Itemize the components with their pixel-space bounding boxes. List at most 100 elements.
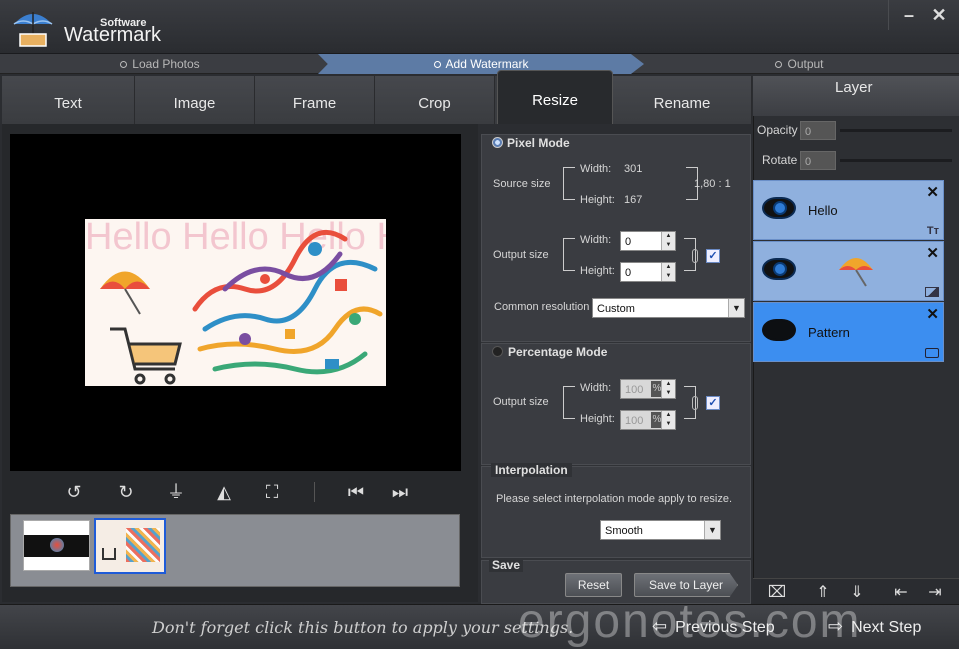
output-width-input[interactable]: 0 ▲ ▼ xyxy=(620,231,676,251)
umbrella-icon xyxy=(100,271,150,315)
common-resolution-select[interactable]: Custom ▼ xyxy=(592,298,745,318)
output-size-label: Output size xyxy=(493,249,549,261)
percent-keep-ratio-checkbox[interactable]: ✓ xyxy=(706,396,720,410)
opacity-value: 0 xyxy=(805,126,812,138)
interpolation-select[interactable]: Smooth ▼ xyxy=(600,520,721,540)
image-type-icon xyxy=(925,287,939,297)
layer-name: Hello xyxy=(808,203,838,218)
layer-title: Layer xyxy=(835,79,873,96)
layer-item-image[interactable]: ✕ xyxy=(753,241,944,301)
width-spinner[interactable]: ▲ ▼ xyxy=(661,232,675,250)
previous-image-icon[interactable]: ⏮ xyxy=(344,480,368,504)
layer-name: Pattern xyxy=(808,325,850,340)
keep-ratio-checkbox[interactable]: ✓ xyxy=(706,249,720,263)
tab-resize[interactable]: Resize xyxy=(497,70,613,124)
output-height-label: Height: xyxy=(580,265,615,277)
source-size-label: Source size xyxy=(493,178,551,190)
percent-height-spinner[interactable]: ▲ ▼ xyxy=(661,411,675,429)
output-width-label: Width: xyxy=(580,234,612,246)
hint-text: Don't forget click this button to apply … xyxy=(152,618,574,637)
opacity-input[interactable]: 0 xyxy=(800,121,836,140)
tab-frame[interactable]: Frame xyxy=(255,76,375,124)
tab-text[interactable]: Text xyxy=(2,76,135,124)
percent-width-input[interactable]: 100% ▲ ▼ xyxy=(620,379,676,399)
interpolation-value: Smooth xyxy=(605,525,643,537)
rotate-value: 0 xyxy=(805,156,812,168)
app-title: Watermark xyxy=(64,24,162,46)
export-layer-icon[interactable]: ⇥ xyxy=(923,581,947,605)
thumbnail-image xyxy=(24,535,89,557)
step-label: Load Photos xyxy=(132,57,200,71)
pixel-mode-radio[interactable] xyxy=(492,137,503,148)
percent-output-size-label: Output size xyxy=(493,396,549,408)
percent-width-spinner[interactable]: ▲ ▼ xyxy=(661,380,675,398)
common-resolution-value: Custom xyxy=(597,303,635,315)
pixel-mode-title: Pixel Mode xyxy=(507,136,570,150)
shopping-cart-icon xyxy=(110,327,182,385)
arrow-right-icon: ⇨ xyxy=(828,616,844,636)
output-width-value: 0 xyxy=(625,236,632,248)
source-bracket xyxy=(563,167,575,200)
minimize-button[interactable]: – xyxy=(899,5,919,25)
percent-height-value: 100 xyxy=(625,415,644,427)
interpolation-section xyxy=(481,466,751,558)
rotate-left-90-icon[interactable]: ↺ xyxy=(62,480,86,504)
rotate-input[interactable]: 0 xyxy=(800,151,836,170)
layer-item-hello[interactable]: Hello ✕ Tт xyxy=(753,180,944,240)
next-step-label: Next Step xyxy=(851,619,922,636)
percentage-mode-radio[interactable] xyxy=(492,346,503,357)
output-height-value: 0 xyxy=(625,267,632,279)
fit-screen-icon[interactable]: ⛶ xyxy=(260,480,284,504)
save-title: Save xyxy=(489,558,524,572)
step-label: Output xyxy=(787,57,824,71)
rotate-slider[interactable] xyxy=(840,159,952,162)
visibility-eye-icon[interactable] xyxy=(762,197,796,219)
interpolation-title: Interpolation xyxy=(491,463,572,477)
source-height-value: 167 xyxy=(624,194,643,206)
tab-crop[interactable]: Crop xyxy=(375,76,495,124)
visibility-eye-icon[interactable] xyxy=(762,258,796,280)
hidden-eye-icon[interactable] xyxy=(762,319,796,341)
thumbnail-1[interactable] xyxy=(23,520,90,571)
tab-image[interactable]: Image xyxy=(135,76,255,124)
opacity-slider[interactable] xyxy=(840,129,952,132)
text-type-icon: Tт xyxy=(926,225,939,237)
step-bar: Load Photos Add Watermark Output xyxy=(0,54,959,74)
tab-rename[interactable]: Rename xyxy=(613,76,752,124)
frame-type-icon xyxy=(925,348,939,358)
link-chain-icon xyxy=(692,396,698,410)
app-logo-umbrella-icon xyxy=(13,12,53,47)
percentage-mode-title: Percentage Mode xyxy=(508,345,608,359)
flip-vertical-icon[interactable]: ⏚ xyxy=(164,480,188,504)
percent-width-label: Width: xyxy=(580,382,612,394)
step-dot-icon xyxy=(433,61,441,68)
delete-layer-icon[interactable]: ✕ xyxy=(926,244,939,262)
chevron-down-icon[interactable]: ▼ xyxy=(704,521,720,539)
chevron-down-icon[interactable]: ▼ xyxy=(728,299,744,317)
toolbar-divider xyxy=(314,482,315,502)
delete-layer-icon[interactable]: ✕ xyxy=(926,305,939,323)
close-button[interactable]: ✕ xyxy=(929,5,949,25)
height-spinner[interactable]: ▲ ▼ xyxy=(661,263,675,281)
percent-height-input[interactable]: 100% ▲ ▼ xyxy=(620,410,676,430)
output-height-input[interactable]: 0 ▲ ▼ xyxy=(620,262,676,282)
step-dot-icon xyxy=(775,61,783,68)
thumbnail-graphic xyxy=(50,538,64,552)
percent-width-value: 100 xyxy=(625,384,644,396)
step-output[interactable]: Output xyxy=(640,54,959,74)
layer-item-pattern[interactable]: Pattern ✕ xyxy=(753,302,944,362)
rotate-right-90-icon[interactable]: ↻ xyxy=(114,480,138,504)
step-dot-icon xyxy=(120,61,128,68)
previous-step-button[interactable]: ⇦ Previous Step xyxy=(652,616,775,637)
delete-layer-icon[interactable]: ✕ xyxy=(926,183,939,201)
import-layer-icon[interactable]: ⇤ xyxy=(889,581,913,605)
arrow-left-icon: ⇦ xyxy=(652,616,668,636)
percent-bracket xyxy=(563,386,575,419)
source-width-label: Width: xyxy=(580,163,612,175)
next-step-button[interactable]: ⇨ Next Step xyxy=(828,616,921,637)
thumbnail-2-selected[interactable] xyxy=(94,518,166,574)
next-image-icon[interactable]: ⏭ xyxy=(388,480,412,504)
thumbnail-graphic xyxy=(126,528,160,562)
step-load-photos[interactable]: Load Photos xyxy=(0,54,320,74)
flip-horizontal-icon[interactable]: ◭ xyxy=(212,480,236,504)
